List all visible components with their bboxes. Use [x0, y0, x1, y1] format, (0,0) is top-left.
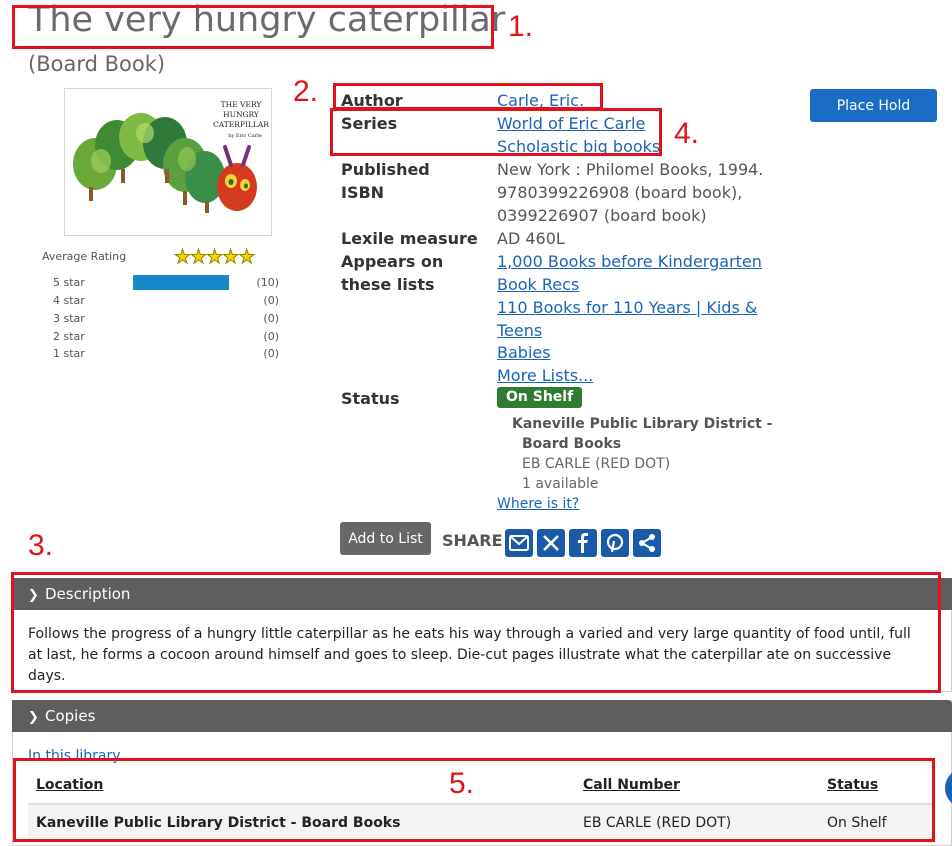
lexile-value: AD 460L — [497, 229, 565, 248]
place-hold-button[interactable]: Place Hold — [810, 89, 937, 122]
isbn-value-1: 9780399226908 (board book), — [497, 183, 743, 202]
more-lists-link[interactable]: More Lists... — [497, 364, 593, 387]
rating-row-2: 2 star (0) — [53, 329, 293, 345]
rating-row-label: 5 star — [53, 276, 85, 289]
copies-header-label: Copies — [45, 707, 96, 725]
where-is-it-link[interactable]: Where is it? — [497, 494, 579, 514]
published-value: New York : Philomel Books, 1994. — [497, 160, 764, 179]
appears-on-label: Appears on — [341, 252, 444, 271]
annotation-box-2 — [333, 83, 603, 110]
star-icon: ★ — [222, 246, 240, 269]
status-badge: On Shelf — [497, 387, 583, 408]
star-icon: ★ — [190, 246, 208, 269]
annotation-box-3 — [11, 572, 941, 693]
list-link-book-recs[interactable]: Book Recs — [497, 273, 579, 296]
rating-row-4: 4 star (0) — [53, 293, 293, 309]
x-logo-icon — [543, 535, 559, 551]
cover-byline: by Eric Carle — [228, 133, 261, 139]
copies-panel-header[interactable]: ❯ Copies — [12, 700, 952, 732]
share-facebook-button[interactable] — [569, 529, 597, 557]
email-icon — [509, 535, 529, 551]
caterpillar-illustration: THE VERY HUNGRY CATERPILLAR by Eric Carl… — [73, 100, 269, 213]
list-link-110-books[interactable]: 110 Books for 110 Years | Kids & — [497, 296, 757, 319]
star-icon: ★ — [173, 246, 191, 269]
library-name: Kaneville Public Library District - — [512, 416, 773, 432]
share-icon — [639, 534, 655, 552]
published-label: Published — [341, 160, 430, 179]
chevron-down-icon: ❯ — [28, 710, 39, 725]
these-lists-label: these lists — [341, 275, 435, 294]
rating-row-label: 2 star — [53, 330, 85, 343]
list-link-1000-books[interactable]: 1,000 Books before Kindergarten — [497, 250, 762, 273]
pinterest-icon — [606, 533, 624, 553]
book-cover-image[interactable]: THE VERY HUNGRY CATERPILLAR by Eric Carl… — [64, 88, 272, 236]
list-link-babies[interactable]: Babies — [497, 341, 551, 364]
format-label: (Board Book) — [28, 52, 166, 76]
rating-row-label: 4 star — [53, 294, 85, 307]
annotation-number-5: 5. — [449, 767, 475, 800]
rating-count: (0) — [263, 347, 279, 360]
share-email-button[interactable] — [505, 529, 533, 557]
rating-row-label: 1 star — [53, 347, 85, 360]
cover-title-line-2: HUNGRY — [223, 110, 260, 119]
annotation-box-1 — [12, 5, 494, 49]
share-label: SHARE — [442, 531, 503, 550]
cover-title-line-3: CATERPILLAR — [213, 120, 269, 129]
rating-count: (0) — [263, 330, 279, 343]
lexile-label: Lexile measure — [341, 229, 478, 248]
annotation-number-3: 3. — [28, 529, 54, 562]
rating-bar — [133, 275, 229, 290]
cover-title-line-1: THE VERY — [221, 100, 263, 109]
share-x-button[interactable] — [537, 529, 565, 557]
call-number: EB CARLE (RED DOT) — [522, 456, 671, 472]
rating-row-3: 3 star (0) — [53, 311, 293, 327]
isbn-label: ISBN — [341, 183, 385, 202]
annotation-number-2: 2. — [293, 75, 319, 108]
isbn-value-2: 0399226907 (board book) — [497, 206, 707, 225]
annotation-number-4: 4. — [674, 117, 700, 150]
library-collection: Board Books — [522, 436, 622, 452]
average-rating-label: Average Rating — [42, 250, 127, 263]
rating-count: (0) — [263, 294, 279, 307]
share-more-button[interactable] — [633, 529, 661, 557]
rating-row-label: 3 star — [53, 312, 85, 325]
star-icon: ★ — [206, 246, 224, 269]
rating-count: (10) — [256, 276, 279, 289]
page: The very hungry caterpillar (Board Book)… — [0, 0, 952, 846]
share-pinterest-button[interactable] — [601, 529, 629, 557]
annotation-box-4 — [330, 108, 662, 156]
star-icon: ★ — [238, 246, 256, 269]
annotation-number-1: 1. — [508, 10, 534, 43]
average-rating-stars[interactable]: ★★★★★ — [173, 246, 256, 269]
facebook-icon — [578, 533, 588, 553]
list-link-110-books-cont[interactable]: Teens — [497, 319, 542, 342]
rating-count: (0) — [263, 312, 279, 325]
rating-row-1: 1 star (0) — [53, 346, 293, 362]
add-to-list-button[interactable]: Add to List — [340, 522, 431, 555]
rating-row-5: 5 star (10) — [53, 275, 293, 291]
availability-count: 1 available — [522, 476, 599, 492]
status-label: Status — [341, 389, 400, 408]
